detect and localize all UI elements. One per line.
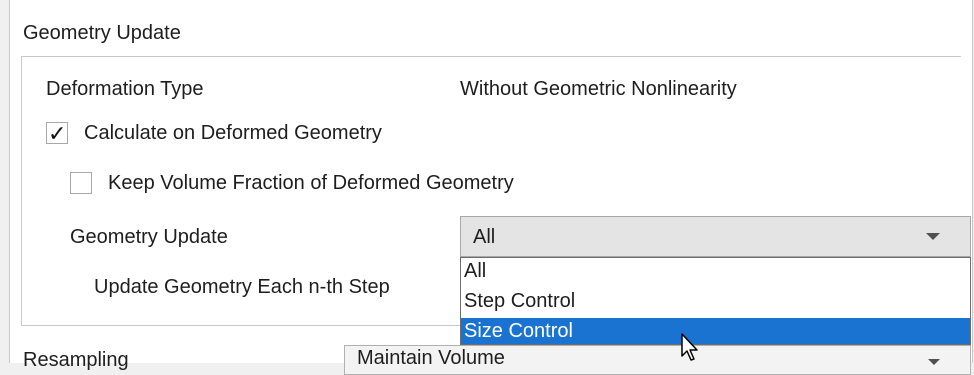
dropdown-option-all[interactable]: All <box>461 258 970 284</box>
deformation-type-label: Deformation Type <box>46 78 204 100</box>
geometry-update-label: Geometry Update <box>70 226 228 248</box>
deformation-type-value: Without Geometric Nonlinearity <box>460 78 737 100</box>
keep-volume-label: Keep Volume Fraction of Deformed Geometr… <box>108 172 514 194</box>
resampling-value: Maintain Volume <box>357 347 505 369</box>
dropdown-option-step-control[interactable]: Step Control <box>461 288 970 314</box>
checkmark-icon: ✓ <box>48 121 67 146</box>
resampling-select[interactable]: Maintain Volume <box>344 345 971 375</box>
geometry-update-selected-value: All <box>473 226 496 248</box>
dropdown-option-size-control[interactable]: Size Control <box>461 318 970 344</box>
calculate-deformed-checkbox[interactable]: ✓ <box>46 121 68 146</box>
calculate-deformed-label: Calculate on Deformed Geometry <box>84 122 382 144</box>
chevron-down-icon <box>926 233 940 240</box>
geometry-update-select[interactable]: All <box>460 216 971 257</box>
keep-volume-checkbox[interactable] <box>70 172 92 194</box>
chevron-down-icon <box>928 359 940 365</box>
geometry-update-dropdown: All Step Control Size Control <box>460 257 971 345</box>
resampling-label: Resampling <box>23 349 129 371</box>
update-each-label: Update Geometry Each n-th Step <box>94 276 390 298</box>
section-title: Geometry Update <box>23 22 181 44</box>
mouse-cursor-icon <box>681 333 698 361</box>
